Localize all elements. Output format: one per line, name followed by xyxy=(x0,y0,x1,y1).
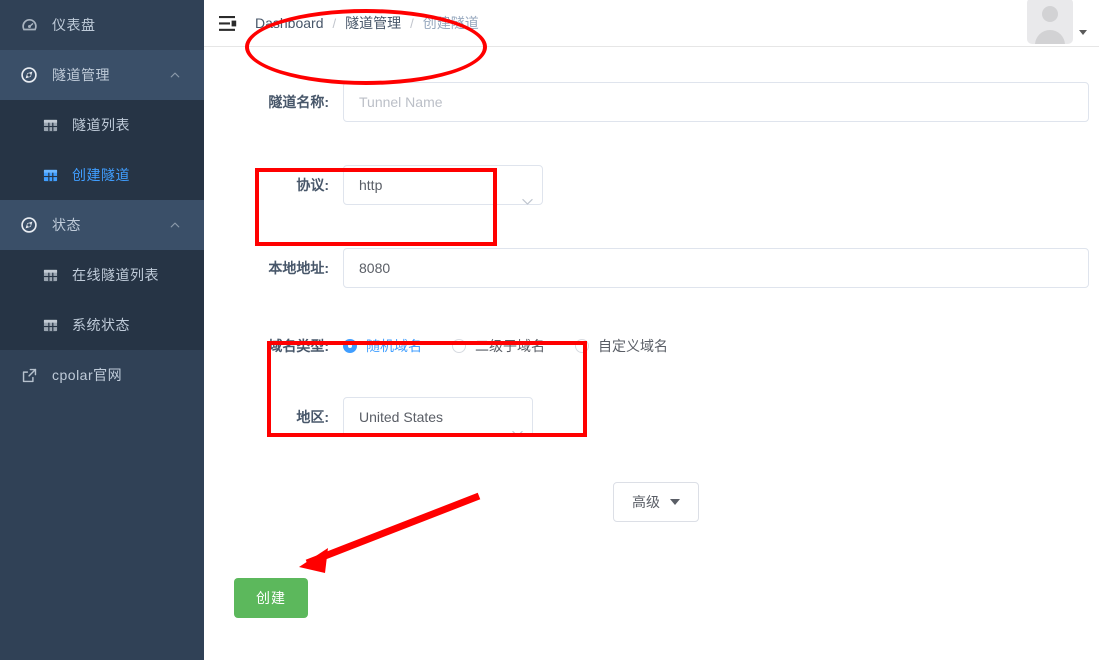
sidebar-item-create-tunnel[interactable]: 创建隧道 xyxy=(0,150,204,200)
region-label: 地区: xyxy=(296,409,329,425)
advanced-button[interactable]: 高级 xyxy=(613,482,699,522)
sidebar-group-tunnel-management[interactable]: 隧道管理 xyxy=(0,50,204,100)
sidebar-subitem-label: 在线隧道列表 xyxy=(72,267,159,283)
grid-icon xyxy=(42,317,58,333)
sidebar-item-cpolar-website[interactable]: cpolar官网 xyxy=(0,350,204,400)
radio-label: 自定义域名 xyxy=(598,338,668,354)
radio-dot xyxy=(575,339,589,353)
create-button[interactable]: 创建 xyxy=(234,578,308,618)
sidebar-submenu-status: 在线隧道列表 系统状态 xyxy=(0,250,204,350)
breadcrumb-separator: / xyxy=(410,15,414,31)
create-button-label: 创建 xyxy=(256,590,286,606)
radio-custom-domain[interactable]: 自定义域名 xyxy=(575,336,668,356)
breadcrumb-item-create-tunnel: 创建隧道 xyxy=(422,15,479,31)
advanced-row: 高级 xyxy=(204,482,1099,522)
radio-label: 二级子域名 xyxy=(475,338,545,354)
sidebar-item-tunnel-list[interactable]: 隧道列表 xyxy=(0,100,204,150)
breadcrumb-separator: / xyxy=(332,15,337,31)
local-address-input[interactable]: 8080 xyxy=(343,248,1089,288)
grid-icon xyxy=(42,117,58,133)
sidebar-subitem-label: 系统状态 xyxy=(72,317,130,333)
caret-down-icon xyxy=(670,499,680,505)
region-value: United States xyxy=(359,409,444,425)
tunnel-name-input[interactable]: Tunnel Name xyxy=(343,82,1089,122)
create-tunnel-form: 隧道名称: Tunnel Name 协议: http 本地地址: 8080 域名… xyxy=(204,47,1099,618)
hamburger-icon[interactable] xyxy=(219,13,239,33)
field-tunnel-name: 隧道名称: Tunnel Name xyxy=(204,82,1099,122)
sidebar-item-label: cpolar官网 xyxy=(52,367,123,383)
sidebar-group-label: 隧道管理 xyxy=(52,67,110,83)
radio-label: 随机域名 xyxy=(366,338,422,354)
grid-icon xyxy=(42,167,58,183)
radio-subdomain[interactable]: 二级子域名 xyxy=(452,336,545,356)
field-region: 地区: United States xyxy=(204,397,1099,437)
chevron-down-icon xyxy=(512,414,523,437)
chevron-down-icon xyxy=(522,182,533,205)
app-root: 仪表盘 隧道管理 隧道列表 创建隧道 状态 在线隧道列表 系统状态 cpolar… xyxy=(0,0,1099,660)
field-protocol: 协议: http xyxy=(204,165,1099,205)
sidebar-item-dashboard[interactable]: 仪表盘 xyxy=(0,0,204,50)
sidebar: 仪表盘 隧道管理 隧道列表 创建隧道 状态 在线隧道列表 系统状态 cpolar… xyxy=(0,0,204,660)
sidebar-group-label: 状态 xyxy=(52,217,81,233)
radio-random-domain[interactable]: 随机域名 xyxy=(343,336,422,356)
domain-type-radio-group: 随机域名 二级子域名 自定义域名 xyxy=(343,336,698,356)
sidebar-item-label: 仪表盘 xyxy=(52,17,96,33)
avatar-body xyxy=(1035,30,1065,44)
region-select[interactable]: United States xyxy=(343,397,533,437)
grid-icon xyxy=(42,267,58,283)
sidebar-subitem-label: 创建隧道 xyxy=(72,167,130,183)
field-domain-type: 域名类型: 随机域名 二级子域名 自定义域名 xyxy=(204,336,1099,356)
domain-type-label: 域名类型: xyxy=(268,338,329,354)
radio-dot xyxy=(343,339,357,353)
compass-icon xyxy=(20,216,38,234)
protocol-select[interactable]: http xyxy=(343,165,543,205)
advanced-button-label: 高级 xyxy=(632,494,660,510)
sidebar-item-system-status[interactable]: 系统状态 xyxy=(0,300,204,350)
protocol-value: http xyxy=(359,177,383,193)
dashboard-icon xyxy=(20,16,38,34)
create-row: 创建 xyxy=(204,578,1099,618)
breadcrumb: Dashboard / 隧道管理 / 创建隧道 xyxy=(255,13,479,33)
user-menu[interactable] xyxy=(1027,0,1087,44)
field-local-address: 本地地址: 8080 xyxy=(204,248,1099,288)
avatar-head xyxy=(1042,6,1058,22)
sidebar-item-online-tunnel-list[interactable]: 在线隧道列表 xyxy=(0,250,204,300)
breadcrumb-item-dashboard[interactable]: Dashboard xyxy=(255,15,324,31)
external-link-icon xyxy=(20,366,38,384)
breadcrumb-item-tunnel-management[interactable]: 隧道管理 xyxy=(345,13,401,33)
radio-dot xyxy=(452,339,466,353)
chevron-up-icon xyxy=(168,218,182,232)
sidebar-subitem-label: 隧道列表 xyxy=(72,117,130,133)
sidebar-group-status[interactable]: 状态 xyxy=(0,200,204,250)
tunnel-name-label: 隧道名称: xyxy=(268,94,329,110)
local-address-label: 本地地址: xyxy=(268,260,329,276)
compass-icon xyxy=(20,66,38,84)
chevron-up-icon xyxy=(168,68,182,82)
main-content: Dashboard / 隧道管理 / 创建隧道 隧道名称: Tunnel Nam… xyxy=(204,0,1099,660)
avatar-icon xyxy=(1027,0,1073,44)
protocol-label: 协议: xyxy=(296,177,329,193)
sidebar-submenu-tunnel-management: 隧道列表 创建隧道 xyxy=(0,100,204,200)
top-bar: Dashboard / 隧道管理 / 创建隧道 xyxy=(204,0,1099,47)
chevron-down-icon[interactable] xyxy=(1079,29,1087,35)
